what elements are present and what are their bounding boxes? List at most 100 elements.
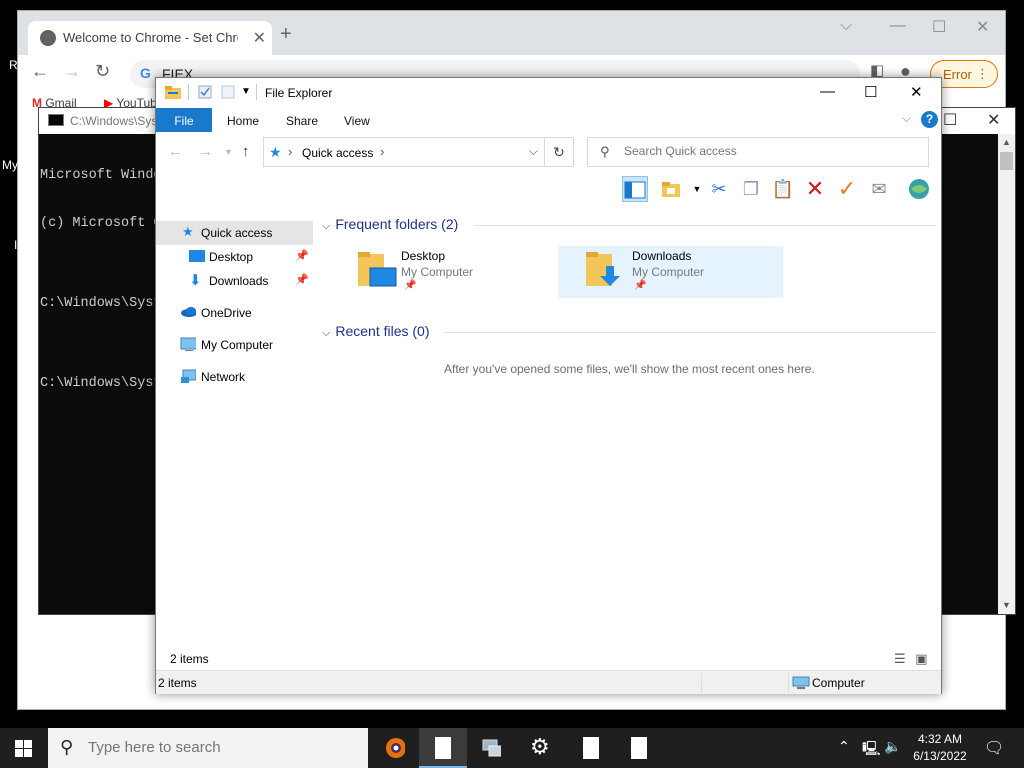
search-box[interactable]: ⚲: [587, 137, 929, 167]
pin-icon[interactable]: 📌: [295, 249, 309, 262]
minimize-icon[interactable]: —: [890, 17, 906, 35]
nav-label: My Computer: [201, 338, 274, 352]
taskbar-search-input[interactable]: [88, 739, 348, 756]
search-input[interactable]: [624, 144, 914, 158]
notifications-icon[interactable]: 🗨: [984, 738, 1004, 758]
chevron-right-icon[interactable]: ›: [380, 144, 384, 159]
nav-desktop[interactable]: Desktop 📌: [156, 245, 313, 269]
forward-icon[interactable]: →: [63, 61, 81, 82]
scroll-thumb[interactable]: [1000, 152, 1013, 170]
back-icon[interactable]: ←: [168, 143, 183, 160]
tab-share[interactable]: Share: [286, 114, 318, 128]
nav-onedrive[interactable]: OneDrive: [156, 301, 313, 325]
taskbar-app-settings[interactable]: ⚙: [517, 728, 565, 768]
customize-quick-access-icon[interactable]: ▼: [241, 86, 251, 97]
network-status-icon[interactable]: 🖳: [862, 738, 881, 762]
close-icon[interactable]: ✕: [976, 17, 989, 37]
maximize-icon[interactable]: ☐: [932, 17, 946, 37]
nav-network[interactable]: Network: [156, 365, 313, 389]
refresh-button[interactable]: ↻: [544, 137, 574, 167]
tab-file[interactable]: File: [156, 108, 212, 132]
address-bar-row: ← → ▼ ↑ ★ › Quick access › ⌵ ↻ ⚲: [156, 134, 941, 170]
pin-icon[interactable]: 📌: [295, 273, 309, 286]
network-icon: [181, 369, 196, 383]
new-tab-icon[interactable]: +: [280, 23, 292, 46]
gear-icon: ⚙: [530, 734, 550, 759]
refresh-icon: ↻: [553, 144, 565, 160]
cut-icon[interactable]: ✂: [706, 176, 732, 202]
chrome-tab-title: Welcome to Chrome - Set Chrome: [63, 30, 238, 45]
scroll-down-icon[interactable]: ▼: [1002, 600, 1011, 610]
copy-icon[interactable]: ❐: [738, 176, 764, 202]
nav-label: OneDrive: [201, 306, 252, 320]
cloud-icon: [181, 307, 196, 317]
taskbar-search[interactable]: ⚲: [48, 728, 368, 768]
explorer-titlebar: ▼ File Explorer — ☐ ✕: [156, 78, 941, 108]
error-label: Error: [943, 67, 972, 82]
large-icons-view-icon[interactable]: ▣: [915, 651, 927, 666]
taskbar-app-explorer[interactable]: [419, 728, 467, 768]
globe-icon[interactable]: [906, 176, 932, 202]
rename-check-icon[interactable]: ✓: [834, 176, 860, 202]
chevron-right-icon[interactable]: ›: [288, 144, 292, 159]
frequent-folders-header[interactable]: ⌵ Frequent folders (2): [322, 216, 458, 233]
delete-icon[interactable]: ✕: [802, 176, 828, 202]
folder-location: My Computer: [632, 265, 705, 279]
maximize-icon[interactable]: ☐: [864, 83, 877, 101]
tab-home[interactable]: Home: [227, 114, 259, 128]
reload-icon[interactable]: ↻: [95, 61, 110, 82]
globe-icon: [40, 30, 56, 46]
new-folder-icon[interactable]: [658, 176, 684, 202]
email-icon[interactable]: ✉: [866, 176, 892, 202]
breadcrumb-quick-access[interactable]: Quick access: [302, 146, 373, 160]
chevron-down-icon[interactable]: ⌵: [529, 144, 538, 159]
cmd-scrollbar[interactable]: ▲ ▼: [998, 134, 1015, 614]
tab-view[interactable]: View: [344, 114, 370, 128]
minimize-icon[interactable]: —: [820, 83, 835, 100]
taskbar-app-browser[interactable]: [371, 728, 419, 768]
new-folder-icon[interactable]: [221, 85, 235, 99]
nav-my-computer[interactable]: My Computer: [156, 333, 313, 357]
windows-logo-icon: [15, 740, 23, 748]
show-hidden-icons-icon[interactable]: ⌃: [838, 738, 850, 755]
nav-label: Desktop: [209, 250, 254, 264]
maximize-icon[interactable]: ☐: [943, 110, 957, 130]
close-icon[interactable]: ✕: [987, 110, 1000, 130]
taskbar-app-network[interactable]: [467, 728, 515, 768]
download-arrow-icon: ⬇: [189, 272, 202, 289]
expand-ribbon-icon[interactable]: ⌵: [902, 111, 911, 126]
ribbon-tabs: File Home Share View ⌵ ?: [156, 108, 941, 132]
help-icon[interactable]: ?: [921, 111, 938, 128]
chrome-tabstrip: Welcome to Chrome - Set Chrome ✕ + ⌵ — ☐…: [18, 11, 1005, 55]
address-bar[interactable]: ★ › Quick access › ⌵: [263, 137, 545, 167]
forward-icon[interactable]: →: [198, 143, 213, 160]
nav-downloads[interactable]: ⬇ Downloads 📌: [156, 269, 313, 293]
scroll-up-icon[interactable]: ▲: [1002, 137, 1011, 147]
recent-files-empty-message: After you've opened some files, we'll sh…: [444, 362, 815, 376]
chrome-tab[interactable]: Welcome to Chrome - Set Chrome ✕: [28, 21, 272, 55]
nav-quick-access[interactable]: ★ Quick access: [156, 221, 313, 245]
document-icon: [631, 737, 647, 759]
nav-label: Downloads: [209, 274, 269, 288]
cmd-icon: [48, 114, 64, 126]
browser-icon: [386, 738, 405, 758]
close-tab-icon[interactable]: ✕: [253, 28, 266, 48]
up-icon[interactable]: ↑: [242, 143, 250, 160]
back-icon[interactable]: ←: [31, 61, 49, 82]
folder-desktop[interactable]: Desktop My Computer 📌: [356, 246, 581, 298]
recent-files-header[interactable]: ⌵ Recent files (0): [322, 323, 430, 340]
start-button[interactable]: [15, 740, 32, 757]
folder-downloads[interactable]: Downloads My Computer 📌: [558, 246, 783, 298]
details-view-icon[interactable]: ☰: [894, 651, 906, 666]
divider: [444, 332, 936, 333]
volume-icon[interactable]: 🔈: [884, 738, 901, 755]
preview-pane-icon[interactable]: [622, 176, 648, 202]
taskbar-app-document[interactable]: [567, 728, 615, 768]
taskbar-app-document[interactable]: [615, 728, 663, 768]
close-icon[interactable]: ✕: [910, 83, 923, 101]
recent-locations-icon[interactable]: ▼: [224, 147, 233, 157]
paste-icon[interactable]: 📋: [770, 176, 796, 202]
clock[interactable]: 4:32 AM 6/13/2022: [900, 731, 980, 765]
properties-icon[interactable]: [198, 85, 212, 99]
tab-search-icon[interactable]: ⌵: [840, 17, 852, 35]
